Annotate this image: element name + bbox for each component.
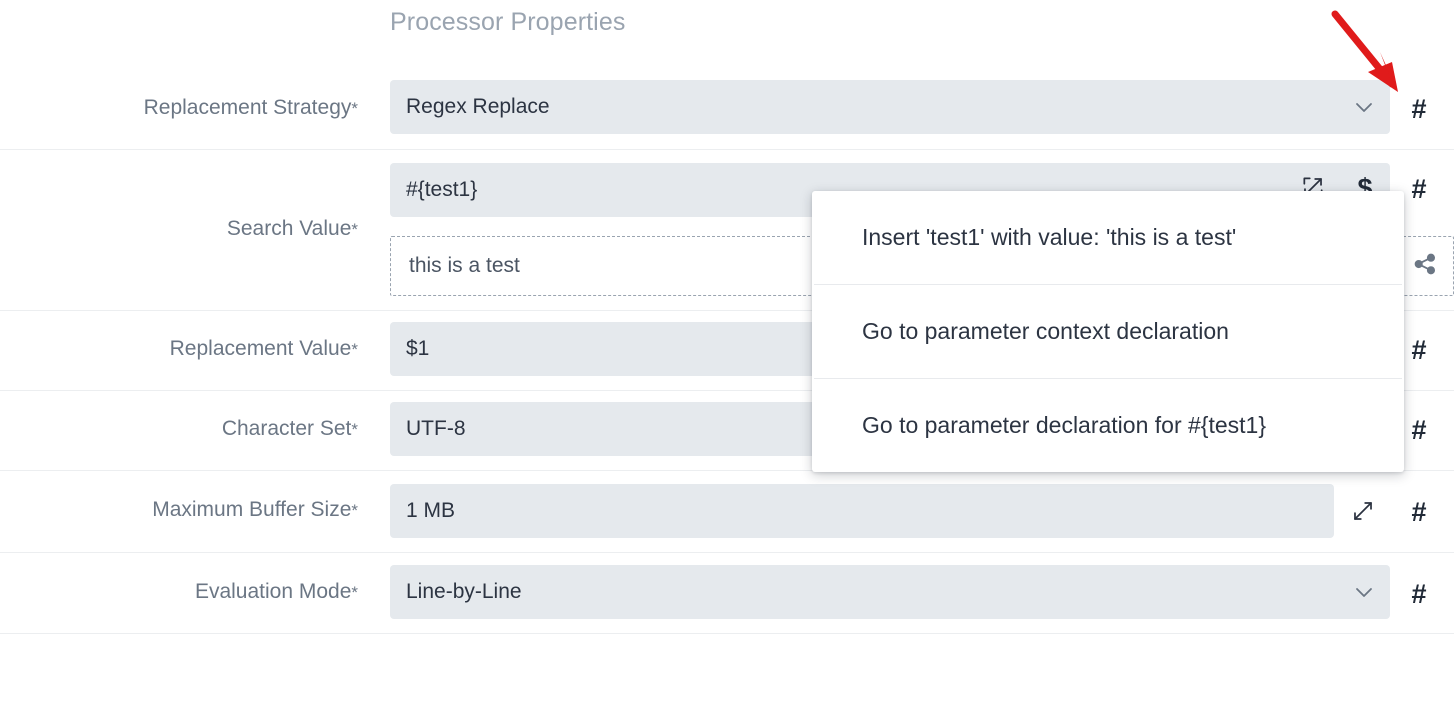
hash-glyph: # [1411, 414, 1427, 445]
property-row-replacement-strategy: Replacement Strategy* Regex Replace # [0, 70, 1454, 150]
chevron-down-icon[interactable] [1352, 580, 1376, 604]
share-icon[interactable] [1412, 251, 1438, 282]
field-value: Regex Replace [406, 95, 550, 118]
hash-glyph: # [1411, 93, 1427, 124]
field-value: $1 [406, 337, 430, 360]
label-text: Character Set [221, 417, 352, 440]
context-menu-item-goto-parameter-context[interactable]: Go to parameter context declaration [812, 285, 1404, 378]
field-value: UTF-8 [406, 417, 466, 440]
field-value: Line-by-Line [406, 580, 522, 603]
property-label-evaluation-mode: Evaluation Mode* [195, 580, 358, 604]
hash-icon-maximum-buffer-size[interactable]: # [1404, 495, 1434, 529]
property-row-maximum-buffer-size: Maximum Buffer Size* 1 MB # [0, 471, 1454, 553]
field-value: 1 MB [406, 499, 456, 522]
parameter-context-menu: Insert 'test1' with value: 'this is a te… [812, 191, 1404, 472]
property-label-maximum-buffer-size: Maximum Buffer Size* [152, 498, 358, 522]
context-menu-item-label: Insert 'test1' with value: 'this is a te… [862, 224, 1237, 250]
property-label-replacement-strategy: Replacement Strategy* [144, 96, 358, 120]
select-replacement-strategy[interactable]: Regex Replace [390, 80, 1390, 134]
page-title: Processor Properties [390, 8, 626, 36]
processor-properties-panel: Processor Properties Replacement Strateg… [0, 0, 1454, 712]
hash-glyph: # [1411, 578, 1427, 609]
context-menu-item-label: Go to parameter declaration for #{test1} [862, 412, 1267, 438]
property-label-character-set: Character Set* [222, 417, 358, 441]
context-menu-item-label: Go to parameter context declaration [862, 318, 1229, 344]
property-label-search-value: Search Value* [227, 217, 358, 241]
expand-icon-maximum-buffer-size[interactable] [1348, 496, 1378, 526]
label-text: Search Value [226, 217, 352, 240]
required-asterisk: * [351, 420, 358, 439]
hash-glyph: # [1411, 334, 1427, 365]
required-asterisk: * [351, 220, 358, 239]
context-menu-item-goto-parameter-declaration[interactable]: Go to parameter declaration for #{test1} [812, 379, 1404, 472]
property-row-evaluation-mode: Evaluation Mode* Line-by-Line # [0, 553, 1454, 634]
label-text: Replacement Strategy [143, 96, 352, 119]
hash-icon-replacement-value[interactable]: # [1404, 333, 1434, 367]
share-icon-hitbox-search-value[interactable] [1396, 236, 1454, 296]
hash-icon-replacement-strategy[interactable]: # [1404, 92, 1434, 126]
required-asterisk: * [351, 99, 358, 118]
hash-icon-character-set[interactable]: # [1404, 413, 1434, 447]
input-maximum-buffer-size[interactable]: 1 MB [390, 484, 1334, 538]
context-menu-item-insert-parameter[interactable]: Insert 'test1' with value: 'this is a te… [812, 191, 1404, 284]
hash-glyph: # [1411, 496, 1427, 527]
field-value: #{test1} [406, 178, 478, 201]
select-evaluation-mode[interactable]: Line-by-Line [390, 565, 1390, 619]
label-text: Evaluation Mode [194, 580, 352, 603]
required-asterisk: * [351, 501, 358, 520]
hash-icon-evaluation-mode[interactable]: # [1404, 577, 1434, 611]
hash-icon-search-value[interactable]: # [1404, 172, 1434, 206]
preview-text: this is a test [409, 254, 520, 277]
required-asterisk: * [351, 340, 358, 359]
label-text: Maximum Buffer Size [152, 498, 352, 521]
hash-glyph: # [1411, 173, 1427, 204]
property-label-replacement-value: Replacement Value* [170, 337, 358, 361]
required-asterisk: * [351, 583, 358, 602]
chevron-down-icon[interactable] [1352, 95, 1376, 119]
label-text: Replacement Value [169, 337, 352, 360]
